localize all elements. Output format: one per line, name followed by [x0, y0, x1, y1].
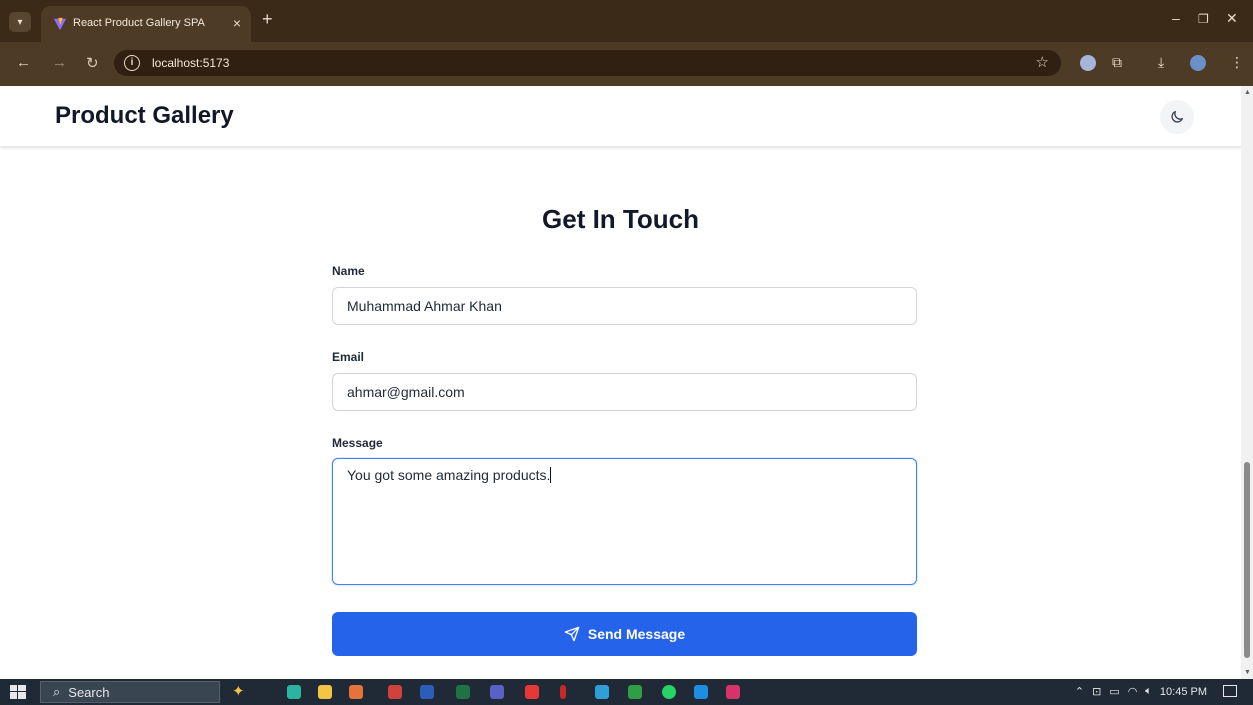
- app-icon-3[interactable]: [595, 685, 609, 699]
- send-button-label: Send Message: [587, 626, 686, 642]
- email-input[interactable]: ahmar@gmail.com: [332, 373, 917, 411]
- network-icon[interactable]: ⊡: [1092, 685, 1101, 698]
- site-info-icon[interactable]: i: [124, 55, 140, 71]
- name-input[interactable]: Muhammad Ahmar Khan: [332, 287, 917, 325]
- sparkle-icon[interactable]: ✦: [232, 682, 246, 700]
- powerpoint-icon[interactable]: [388, 685, 402, 699]
- tab-close-icon[interactable]: ×: [233, 15, 241, 31]
- wifi-icon[interactable]: ◠: [1128, 685, 1138, 698]
- page-content: Product Gallery Get In Touch Name Muhamm…: [0, 86, 1241, 679]
- volume-icon[interactable]: 🔈︎: [1145, 685, 1152, 698]
- scroll-down-arrow-icon[interactable]: ▼: [1244, 669, 1251, 676]
- send-icon: [564, 626, 580, 642]
- excel-icon[interactable]: [456, 685, 470, 699]
- message-textarea[interactable]: You got some amazing products.: [332, 458, 917, 585]
- scroll-up-arrow-icon[interactable]: ▲: [1244, 89, 1251, 96]
- forward-icon[interactable]: →: [52, 54, 67, 71]
- brand-title[interactable]: Product Gallery: [55, 102, 234, 130]
- chrome-icon[interactable]: [349, 685, 363, 699]
- teams-icon[interactable]: [490, 685, 504, 699]
- message-label: Message: [332, 436, 383, 450]
- whatsapp-icon[interactable]: [662, 685, 676, 699]
- tab-search-button[interactable]: ▾: [9, 12, 31, 32]
- close-window-icon[interactable]: ✕: [1226, 10, 1238, 27]
- notification-icon[interactable]: [1223, 685, 1237, 697]
- bookmark-star-icon[interactable]: ☆: [1036, 53, 1049, 71]
- browser-tab-bar: ▾ React Product Gallery SPA × + – ❐ ✕: [0, 0, 1253, 42]
- word-icon[interactable]: [420, 685, 434, 699]
- reload-icon[interactable]: ↻: [86, 54, 99, 72]
- windows-start-icon[interactable]: [10, 685, 26, 699]
- browser-menu-icon[interactable]: ⋮: [1230, 54, 1244, 71]
- extensions-puzzle-icon[interactable]: ⧉: [1112, 54, 1122, 71]
- extension-icon[interactable]: [1080, 55, 1096, 71]
- new-tab-icon[interactable]: +: [262, 9, 273, 30]
- vite-logo-icon: [53, 17, 67, 31]
- system-tray: ⌃ ⊡ ▭ ◠ 🔈︎ 10:45 PM: [1075, 685, 1207, 698]
- file-explorer-icon[interactable]: [318, 685, 332, 699]
- browser-toolbar: ← → ↻ i localhost:5173 ☆ ⧉ ⤓ ⋮: [0, 42, 1253, 86]
- restore-icon[interactable]: ❐: [1198, 12, 1209, 26]
- profile-avatar[interactable]: [1190, 55, 1206, 71]
- app-icon-2[interactable]: [560, 685, 566, 699]
- tray-chevron-icon[interactable]: ⌃: [1075, 685, 1084, 698]
- vscode-icon[interactable]: [694, 685, 708, 699]
- minimize-icon[interactable]: –: [1172, 10, 1180, 26]
- battery-icon[interactable]: ▭: [1109, 685, 1119, 698]
- moon-icon: [1171, 111, 1183, 123]
- page-scrollbar[interactable]: ▲ ▼: [1241, 86, 1253, 679]
- message-text: You got some amazing products.: [347, 467, 551, 483]
- app-icon[interactable]: [525, 685, 539, 699]
- address-bar[interactable]: i localhost:5173 ☆: [114, 50, 1061, 76]
- back-icon[interactable]: ←: [16, 54, 31, 71]
- theme-toggle-button[interactable]: [1160, 100, 1194, 134]
- download-icon[interactable]: ⤓: [1158, 54, 1164, 71]
- instagram-icon[interactable]: [726, 685, 740, 699]
- chrome-alt-icon[interactable]: [628, 685, 642, 699]
- url-text: localhost:5173: [152, 56, 230, 70]
- os-taskbar: ⌕ Search ✦ ⌃ ⊡ ▭ ◠ 🔈︎ 10:45 PM: [0, 679, 1253, 705]
- email-label: Email: [332, 350, 365, 364]
- site-header: Product Gallery: [0, 86, 1241, 147]
- name-label: Name: [332, 264, 365, 278]
- scroll-thumb[interactable]: [1244, 462, 1250, 658]
- text-cursor: [550, 467, 552, 483]
- tab-title: React Product Gallery SPA: [73, 17, 205, 29]
- search-icon: ⌕: [53, 684, 61, 699]
- send-message-button[interactable]: Send Message: [332, 612, 917, 656]
- clock-time[interactable]: 10:45 PM: [1160, 686, 1207, 698]
- browser-tab[interactable]: React Product Gallery SPA ×: [41, 6, 251, 42]
- edge-icon[interactable]: [287, 685, 301, 699]
- taskbar-search[interactable]: ⌕ Search: [40, 681, 220, 703]
- search-label: Search: [68, 684, 110, 700]
- contact-title: Get In Touch: [542, 204, 699, 234]
